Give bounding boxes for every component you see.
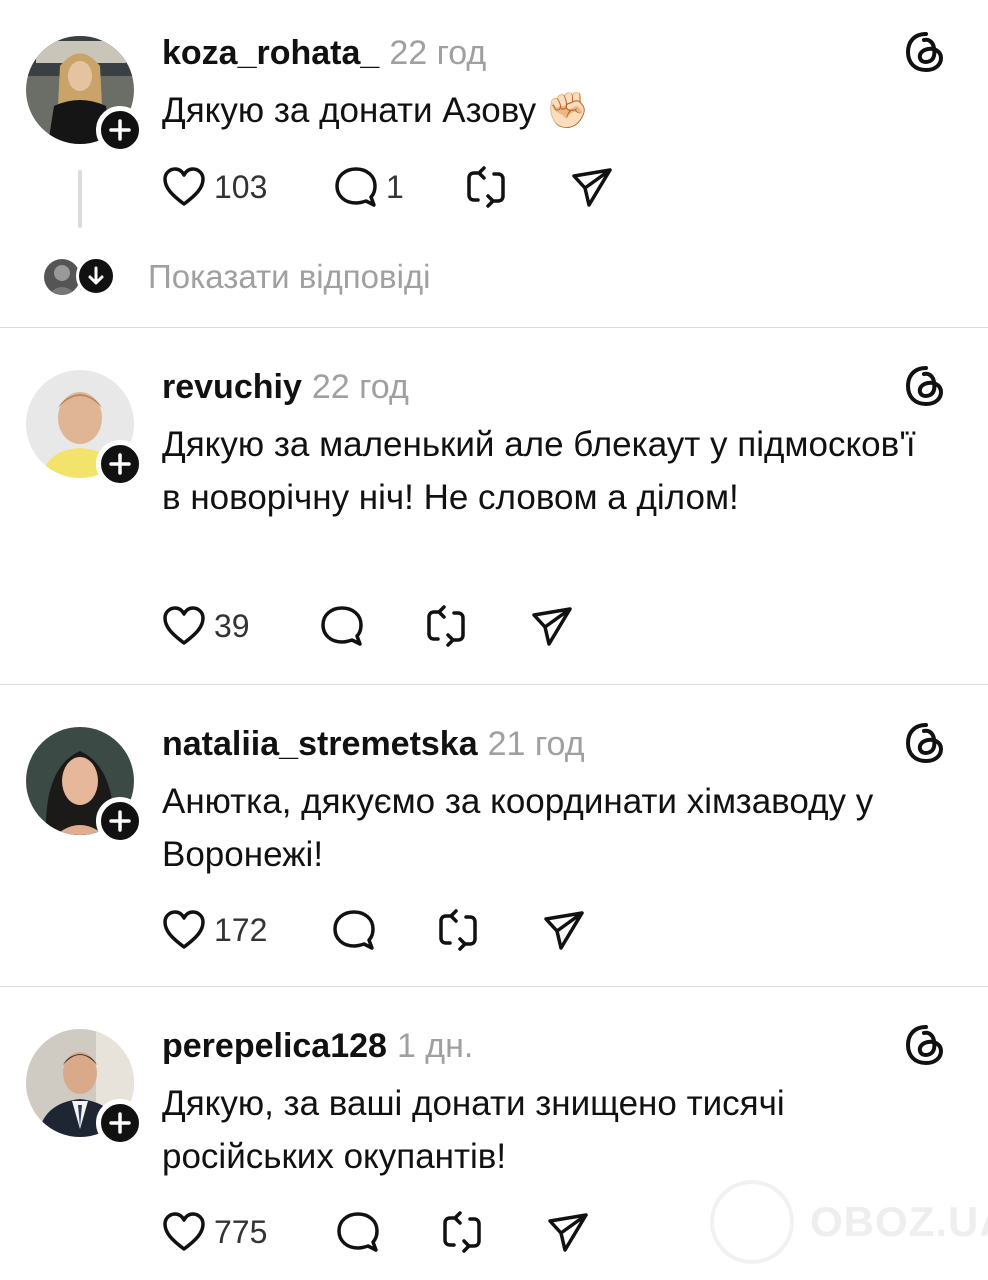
comment-icon bbox=[335, 167, 377, 207]
action-bar: 172 bbox=[162, 906, 602, 954]
username[interactable]: perepelica128 1 дн. bbox=[162, 1027, 473, 1066]
like-count: 39 bbox=[214, 607, 250, 644]
follow-button[interactable] bbox=[96, 1099, 144, 1147]
comment-count: 1 bbox=[386, 168, 404, 205]
reply-avatar bbox=[44, 259, 80, 295]
share-icon bbox=[548, 1213, 588, 1252]
share-button[interactable] bbox=[570, 163, 614, 211]
threads-icon[interactable] bbox=[904, 721, 948, 765]
username-text[interactable]: nataliia_stremetska bbox=[162, 725, 478, 763]
post-revuchiy: revuchiy 22 год Дякую за маленький але бл… bbox=[0, 328, 988, 684]
comment-icon bbox=[337, 1212, 379, 1252]
watermark-globe-icon bbox=[710, 1180, 794, 1264]
threads-icon[interactable] bbox=[904, 30, 948, 74]
username-text[interactable]: revuchiy bbox=[162, 368, 302, 406]
follow-button[interactable] bbox=[96, 106, 144, 154]
username[interactable]: revuchiy 22 год bbox=[162, 368, 409, 407]
username-text[interactable]: koza_rohata_ bbox=[162, 34, 379, 72]
plus-icon bbox=[109, 119, 131, 141]
post-text: Дякую за донати Азову ✊🏻 bbox=[162, 91, 590, 130]
show-replies-link[interactable]: Показати відповіді bbox=[148, 258, 430, 296]
comment-button[interactable] bbox=[320, 602, 364, 650]
follow-button[interactable] bbox=[96, 440, 144, 488]
username[interactable]: nataliia_stremetska 21 год bbox=[162, 725, 585, 764]
repost-icon bbox=[439, 909, 477, 951]
heart-icon bbox=[163, 606, 205, 645]
post-text: Анютка, дякуємо за координати хімзаводу … bbox=[162, 782, 874, 874]
repost-button[interactable] bbox=[464, 163, 508, 211]
repost-icon bbox=[467, 166, 505, 208]
like-button[interactable]: 172 bbox=[162, 906, 267, 954]
comment-icon bbox=[333, 910, 375, 950]
share-icon bbox=[532, 607, 572, 646]
heart-icon bbox=[163, 167, 205, 206]
watermark-text: OBOZ.UA bbox=[810, 1198, 988, 1245]
comment-button[interactable]: 1 bbox=[334, 163, 404, 211]
thread-line bbox=[78, 170, 82, 228]
repost-button[interactable] bbox=[436, 906, 480, 954]
chevron-down-icon bbox=[88, 266, 104, 285]
like-count: 103 bbox=[214, 168, 268, 205]
like-button[interactable]: 103 bbox=[162, 163, 267, 211]
like-button[interactable]: 775 bbox=[162, 1208, 267, 1256]
username-text[interactable]: perepelica128 bbox=[162, 1027, 387, 1065]
action-bar: 39 bbox=[162, 602, 582, 650]
share-icon bbox=[572, 168, 612, 207]
post-text: Дякую, за ваші донати знищено тисячі рос… bbox=[162, 1084, 785, 1176]
threads-icon[interactable] bbox=[904, 1023, 948, 1067]
repost-button[interactable] bbox=[440, 1208, 484, 1256]
share-button[interactable] bbox=[542, 906, 586, 954]
username[interactable]: koza_rohata_ 22 год bbox=[162, 34, 486, 73]
timestamp: 1 дн. bbox=[396, 1027, 474, 1065]
timestamp: 22 год bbox=[311, 368, 409, 406]
comment-button[interactable] bbox=[332, 906, 376, 954]
timestamp: 21 год bbox=[487, 725, 585, 763]
share-button[interactable] bbox=[546, 1208, 590, 1256]
follow-button[interactable] bbox=[96, 797, 144, 845]
threads-icon[interactable] bbox=[904, 364, 948, 408]
action-bar: 775 bbox=[162, 1208, 602, 1256]
plus-icon bbox=[109, 810, 131, 832]
comment-icon bbox=[321, 606, 363, 646]
post-koza-rohata: koza_rohata_ 22 год Дякую за донати Азову… bbox=[0, 0, 988, 327]
action-bar: 103 1 bbox=[162, 163, 622, 211]
share-icon bbox=[544, 911, 584, 950]
heart-icon bbox=[163, 910, 205, 949]
repost-icon bbox=[443, 1211, 481, 1253]
timestamp: 22 год bbox=[389, 34, 487, 72]
post-text: Дякую за маленький але блекаут у підмоск… bbox=[162, 425, 916, 517]
comment-button[interactable] bbox=[336, 1208, 380, 1256]
plus-icon bbox=[109, 1112, 131, 1134]
heart-icon bbox=[163, 1212, 205, 1251]
plus-icon bbox=[109, 453, 131, 475]
like-count: 775 bbox=[214, 1213, 268, 1250]
repost-icon bbox=[427, 605, 465, 647]
watermark: OBOZ.UA bbox=[710, 1180, 988, 1270]
repost-button[interactable] bbox=[424, 602, 468, 650]
post-nataliia-stremetska: nataliia_stremetska 21 год Анютка, дякуєм… bbox=[0, 685, 988, 986]
like-button[interactable]: 39 bbox=[162, 602, 250, 650]
like-count: 172 bbox=[214, 911, 268, 948]
share-button[interactable] bbox=[530, 602, 574, 650]
show-replies-toggle[interactable] bbox=[76, 256, 116, 296]
